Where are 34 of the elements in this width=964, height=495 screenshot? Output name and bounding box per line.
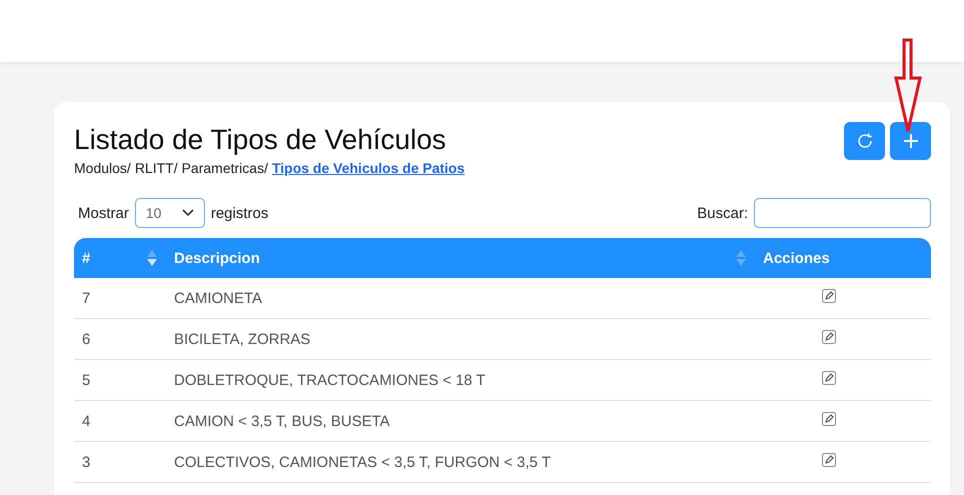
column-header[interactable]: Acciones (763, 250, 830, 266)
records-label: registros (210, 204, 268, 222)
edit-icon[interactable] (822, 412, 836, 426)
table-cell: CAMIONETA (174, 290, 262, 306)
add-button[interactable] (890, 122, 931, 160)
page-size-select[interactable]: 10 (134, 198, 205, 228)
column-header[interactable]: Descripcion (174, 250, 260, 266)
table-cell: COLECTIVOS, CAMIONETAS < 3,5 T, FURGON < 3,5 T (174, 454, 551, 470)
search-label: Buscar: (697, 204, 748, 222)
show-label: Mostrar (78, 204, 129, 222)
plus-icon (902, 133, 918, 149)
search-field[interactable] (754, 198, 931, 228)
sort-icon[interactable] (146, 249, 158, 267)
table-cell: 6 (82, 330, 90, 348)
edit-icon[interactable] (822, 289, 836, 303)
chevron-down-icon (182, 209, 194, 217)
edit-icon[interactable] (822, 371, 836, 385)
edit-icon[interactable] (822, 330, 836, 344)
column-header[interactable]: # (82, 250, 90, 266)
edit-icon[interactable] (822, 453, 836, 467)
breadcrumb-item[interactable]: Modulos/ (74, 160, 131, 176)
table-cell: 5 (82, 372, 90, 388)
page-title: Listado de Tipos de Vehículos (74, 124, 448, 156)
table-cell: 7 (82, 290, 90, 306)
breadcrumb-item[interactable]: RLITT/ (134, 160, 178, 176)
table-cell: DOBLETROQUE, TRACTOCAMIONES < 18 T (174, 372, 486, 388)
breadcrumb-item[interactable]: Parametricas/ (182, 160, 268, 176)
refresh-button[interactable] (844, 122, 885, 160)
table-cell: 3 (82, 454, 90, 470)
refresh-icon (856, 132, 874, 150)
table-cell: BICILETA, ZORRAS (174, 330, 310, 348)
breadcrumb-link[interactable]: Tipos de Vehiculos de Patios (272, 160, 465, 176)
table-cell: CAMION < 3,5 T, BUS, BUSETA (174, 412, 390, 430)
table-cell: 4 (82, 412, 90, 430)
